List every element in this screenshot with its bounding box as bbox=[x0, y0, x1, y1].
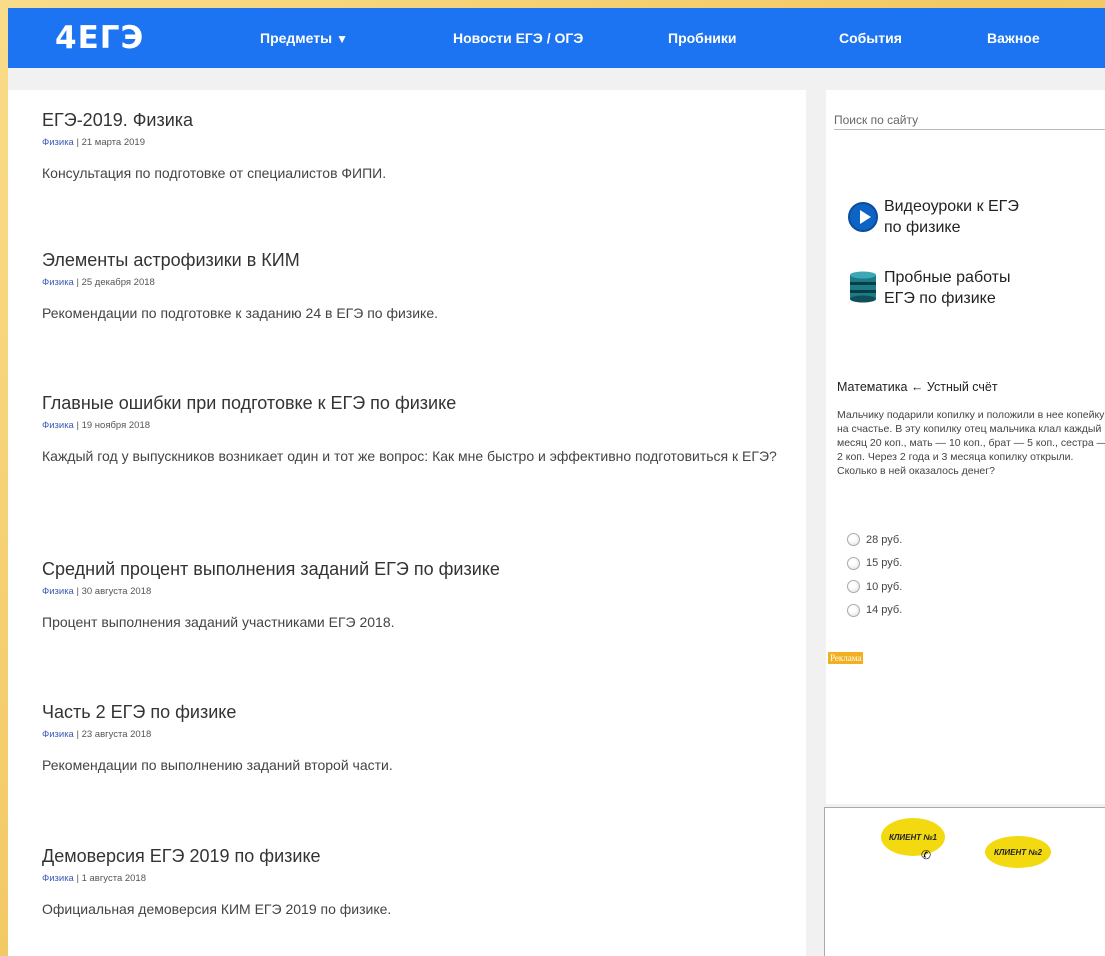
main-content: ЕГЭ-2019. Физика Физика | 21 марта 2019 … bbox=[8, 90, 806, 956]
nav-important[interactable]: Важное bbox=[987, 30, 1040, 46]
play-icon bbox=[848, 202, 878, 232]
nav-subjects[interactable]: Предметы ▼ bbox=[260, 30, 348, 46]
post-date: | 19 ноября 2018 bbox=[73, 420, 151, 431]
post-meta: Физика | 1 августа 2018 bbox=[42, 873, 782, 884]
post: Средний процент выполнения заданий ЕГЭ п… bbox=[42, 559, 782, 633]
post-excerpt: Консультация по подготовке от специалист… bbox=[42, 165, 387, 181]
post-title[interactable]: Главные ошибки при подготовке к ЕГЭ по ф… bbox=[42, 393, 782, 414]
post-excerpt: Рекомендации по выполнению заданий второ… bbox=[42, 757, 393, 773]
quiz-title[interactable]: Математика ← Устный счёт bbox=[837, 380, 998, 394]
post-excerpt: Рекомендации по подготовке к заданию 24 … bbox=[42, 305, 438, 321]
post-date: | 1 августа 2018 bbox=[73, 873, 147, 884]
radio-button[interactable] bbox=[847, 580, 860, 594]
post: Часть 2 ЕГЭ по физике Физика | 23 август… bbox=[42, 702, 782, 776]
post-date: | 25 декабря 2018 bbox=[73, 277, 155, 288]
nav-subjects-label: Предметы bbox=[260, 30, 333, 46]
page: 4ЕГЭ Предметы ▼ Новости ЕГЭ / ОГЭ Пробник… bbox=[8, 8, 1105, 956]
quiz-option[interactable]: 14 руб. bbox=[847, 599, 902, 623]
post: Главные ошибки при подготовке к ЕГЭ по ф… bbox=[42, 393, 782, 467]
post-date: | 30 августа 2018 bbox=[73, 586, 152, 597]
post-category-link[interactable]: Физика bbox=[42, 729, 74, 740]
radio-button[interactable] bbox=[847, 603, 860, 617]
post-title[interactable]: Элементы астрофизики в КИМ bbox=[42, 250, 782, 271]
post-excerpt: Каждый год у выпускников возникает один … bbox=[42, 448, 777, 464]
video-lessons-label: Видеоуроки к ЕГЭ по физике bbox=[884, 198, 1019, 236]
post: Элементы астрофизики в КИМ Физика | 25 д… bbox=[42, 250, 782, 324]
nav-news[interactable]: Новости ЕГЭ / ОГЭ bbox=[453, 30, 583, 46]
post-title[interactable]: Демоверсия ЕГЭ 2019 по физике bbox=[42, 846, 782, 867]
database-icon bbox=[850, 271, 876, 303]
quiz-option[interactable]: 28 руб. bbox=[847, 528, 902, 552]
caret-down-icon: ▼ bbox=[336, 32, 348, 46]
post-category-link[interactable]: Физика bbox=[42, 420, 74, 431]
post-date: | 23 августа 2018 bbox=[73, 729, 152, 740]
phone-icon: ✆ bbox=[921, 848, 932, 862]
post-meta: Физика | 25 декабря 2018 bbox=[42, 277, 782, 288]
radio-button[interactable] bbox=[847, 533, 860, 547]
post-title[interactable]: Средний процент выполнения заданий ЕГЭ п… bbox=[42, 559, 782, 580]
post: Демоверсия ЕГЭ 2019 по физике Физика | 1… bbox=[42, 846, 782, 920]
nav-practice-tests[interactable]: Пробники bbox=[668, 30, 737, 46]
post-category-link[interactable]: Физика bbox=[42, 137, 74, 148]
site-logo[interactable]: 4ЕГЭ bbox=[55, 20, 144, 56]
post-excerpt: Процент выполнения заданий участниками Е… bbox=[42, 614, 395, 630]
post-category-link[interactable]: Физика bbox=[42, 586, 74, 597]
nav-events[interactable]: События bbox=[839, 30, 902, 46]
post-title[interactable]: Часть 2 ЕГЭ по физике bbox=[42, 702, 782, 723]
post-title[interactable]: ЕГЭ-2019. Физика bbox=[42, 110, 782, 131]
client-2-bubble: КЛИЕНТ №2 bbox=[985, 836, 1051, 868]
post-meta: Физика | 30 августа 2018 bbox=[42, 586, 782, 597]
top-navigation-bar: 4ЕГЭ Предметы ▼ Новости ЕГЭ / ОГЭ Пробник… bbox=[8, 8, 1105, 68]
post: ЕГЭ-2019. Физика Физика | 21 марта 2019 … bbox=[42, 110, 782, 184]
advertisement-banner[interactable]: КЛИЕНТ №1 ✆ КЛИЕНТ №2 bbox=[824, 807, 1105, 956]
radio-button[interactable] bbox=[847, 556, 860, 570]
search-input[interactable] bbox=[834, 110, 1105, 130]
practice-tests-label: Пробные работы ЕГЭ по физике bbox=[884, 269, 1011, 307]
post-meta: Физика | 21 марта 2019 bbox=[42, 137, 782, 148]
quiz-options: 28 руб. 15 руб. 10 руб. 14 руб. bbox=[847, 528, 902, 622]
post-date: | 21 марта 2019 bbox=[73, 137, 145, 148]
post-category-link[interactable]: Физика bbox=[42, 277, 74, 288]
video-lessons-link[interactable]: Видеоуроки к ЕГЭ по физике bbox=[848, 196, 1088, 240]
post-meta: Физика | 23 августа 2018 bbox=[42, 729, 782, 740]
post-category-link[interactable]: Физика bbox=[42, 873, 74, 884]
post-meta: Физика | 19 ноября 2018 bbox=[42, 420, 782, 431]
sidebar: Видеоуроки к ЕГЭпо физике Пробные работы… bbox=[826, 90, 1105, 804]
quiz-option[interactable]: 15 руб. bbox=[847, 552, 902, 576]
quiz-option[interactable]: 10 руб. bbox=[847, 575, 902, 599]
quiz-question: Мальчику подарили копилку и положили в н… bbox=[837, 409, 1105, 477]
client-1-bubble: КЛИЕНТ №1 bbox=[881, 818, 945, 856]
practice-tests-link[interactable]: Пробные работы ЕГЭ по физике bbox=[848, 267, 1088, 311]
ad-label: Реклама bbox=[828, 652, 864, 664]
post-excerpt: Официальная демоверсия КИМ ЕГЭ 2019 по ф… bbox=[42, 901, 392, 917]
